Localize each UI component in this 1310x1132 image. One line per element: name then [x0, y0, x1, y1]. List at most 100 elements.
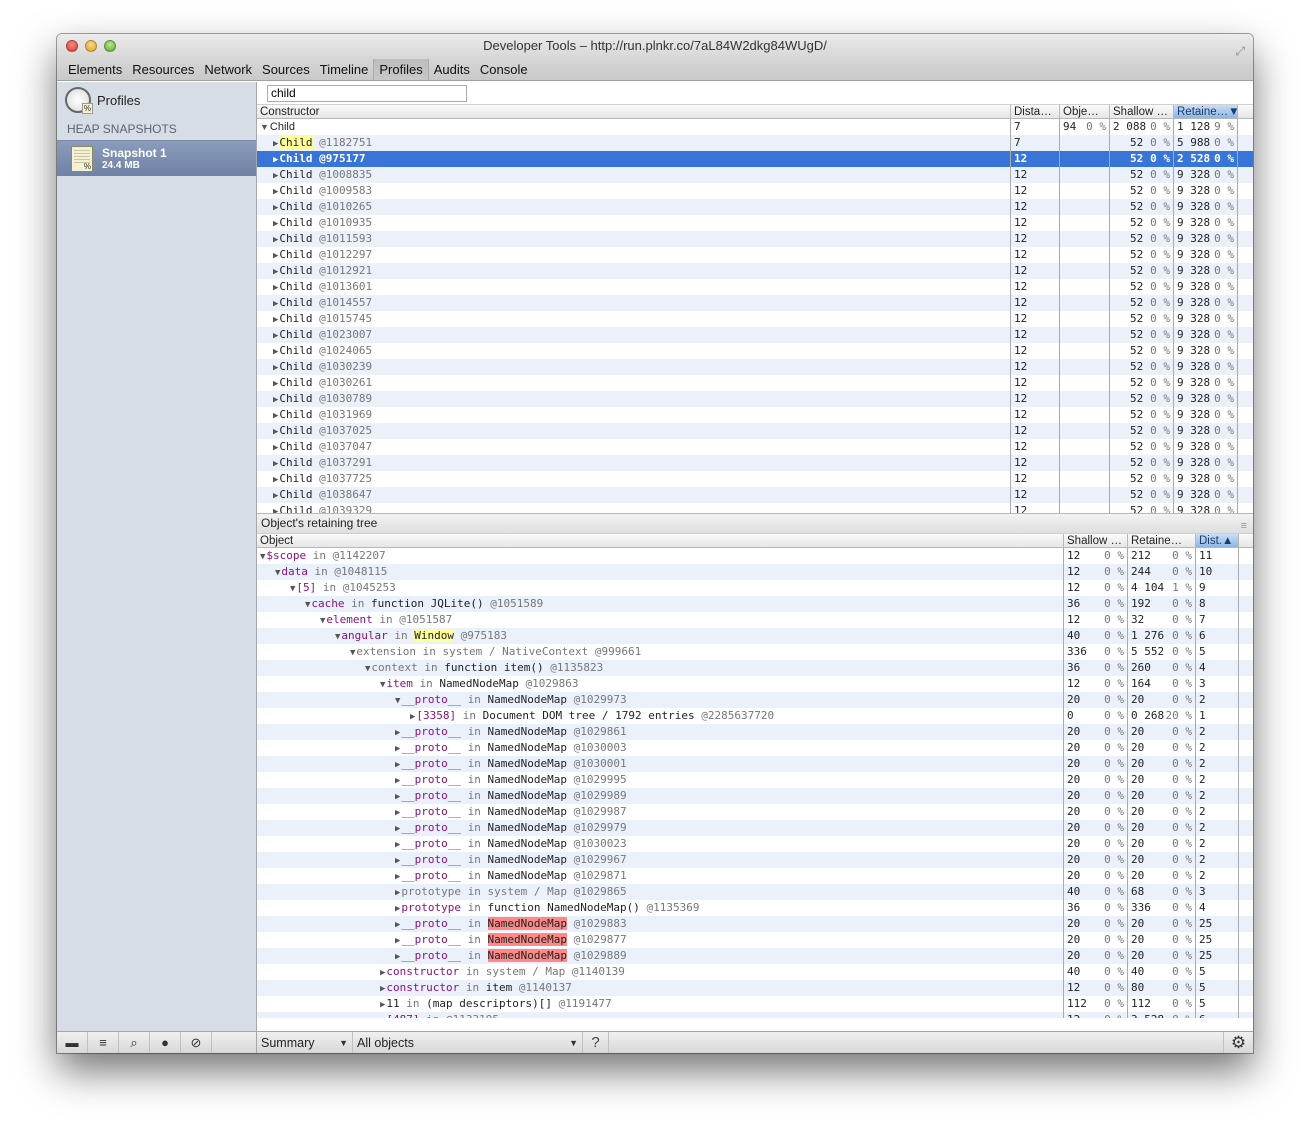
collapsed-triangle-icon[interactable]: ▶ — [273, 459, 278, 469]
constructor-instance-row[interactable]: ▶Child @1024065 12 52 0 % 9 328 0 % — [257, 343, 1253, 359]
sidebar-profiles-header[interactable]: Profiles — [57, 82, 256, 118]
constructor-instance-row[interactable]: ▶Child @1009583 12 52 0 % 9 328 0 % — [257, 183, 1253, 199]
collapsed-triangle-icon[interactable]: ▶ — [273, 379, 278, 389]
tab-audits[interactable]: Audits — [429, 59, 475, 80]
collapsed-triangle-icon[interactable]: ▶ — [395, 792, 400, 802]
constructor-instance-row[interactable]: ▶Child @1037725 12 52 0 % 9 328 0 % — [257, 471, 1253, 487]
collapsed-triangle-icon[interactable]: ▶ — [395, 824, 400, 834]
show-console-button[interactable]: ≡ — [88, 1032, 119, 1053]
zoom-window-button[interactable] — [104, 40, 116, 52]
collapsed-triangle-icon[interactable]: ▶ — [273, 363, 278, 373]
retainer-row[interactable]: ▶__proto__ in NamedNodeMap @1029979 20 0 %… — [257, 820, 1253, 836]
collapsed-triangle-icon[interactable]: ▶ — [273, 187, 278, 197]
retainer-row[interactable]: ▶__proto__ in NamedNodeMap @1029877 20 0 %… — [257, 932, 1253, 948]
collapsed-triangle-icon[interactable]: ▶ — [395, 856, 400, 866]
collapsed-triangle-icon[interactable]: ▶ — [273, 347, 278, 357]
tab-network[interactable]: Network — [199, 59, 257, 80]
expanded-triangle-icon[interactable]: ▼ — [395, 696, 400, 706]
expanded-triangle-icon[interactable]: ▼ — [305, 600, 310, 610]
collapsed-triangle-icon[interactable]: ▶ — [273, 395, 278, 405]
collapsed-triangle-icon[interactable]: ▶ — [273, 331, 278, 341]
constructor-instance-row[interactable]: ▶Child @1011593 12 52 0 % 9 328 0 % — [257, 231, 1253, 247]
constructor-instance-row[interactable]: ▶Child @1031969 12 52 0 % 9 328 0 % — [257, 407, 1253, 423]
collapsed-triangle-icon[interactable]: ▶ — [273, 219, 278, 229]
expanded-triangle-icon[interactable]: ▼ — [365, 664, 370, 674]
collapsed-triangle-icon[interactable]: ▶ — [395, 744, 400, 754]
collapsed-triangle-icon[interactable]: ▶ — [395, 920, 400, 930]
constructor-instance-row[interactable]: ▶Child @1182751 7 52 0 % 5 988 0 % — [257, 135, 1253, 151]
collapsed-triangle-icon[interactable]: ▶ — [273, 411, 278, 421]
constructor-instance-row[interactable]: ▶Child @1008835 12 52 0 % 9 328 0 % — [257, 167, 1253, 183]
retainer-row[interactable]: ▶11 in (map descriptors)[] @1191477 112 0 … — [257, 996, 1253, 1012]
retainer-row[interactable]: ▶prototype in function NamedNodeMap() @1… — [257, 900, 1253, 916]
collapsed-triangle-icon[interactable]: ▶ — [395, 840, 400, 850]
retainer-row[interactable]: ▼[5] in @1045253 12 0 % 4 104 1 % 9 — [257, 580, 1253, 596]
retainer-row[interactable]: ▶__proto__ in NamedNodeMap @1029871 20 0 %… — [257, 868, 1253, 884]
collapsed-triangle-icon[interactable]: ▶ — [273, 443, 278, 453]
settings-button[interactable]: ⚙ — [1223, 1032, 1253, 1053]
column-shallow-size[interactable]: Shallow … — [1064, 534, 1128, 547]
constructor-instance-row[interactable]: ▶Child @1037047 12 52 0 % 9 328 0 % — [257, 439, 1253, 455]
class-filter-input[interactable] — [267, 84, 467, 102]
fullscreen-icon[interactable]: ⤢ — [1235, 39, 1245, 63]
retainer-row[interactable]: ▼extension in system / NativeContext @99… — [257, 644, 1253, 660]
expanded-triangle-icon[interactable]: ▼ — [320, 616, 325, 626]
constructor-group-row[interactable]: ▼Child 7 94 0 % 2 088 0 % 1 128 9 % — [257, 119, 1253, 135]
column-retained-size[interactable]: Retaine…▼ — [1174, 105, 1238, 118]
collapsed-triangle-icon[interactable]: ▶ — [395, 904, 400, 914]
minimize-window-button[interactable] — [85, 40, 97, 52]
collapsed-triangle-icon[interactable]: ▶ — [273, 203, 278, 213]
column-distance[interactable]: Dist.▲ — [1196, 534, 1239, 547]
column-retained-size[interactable]: Retaine… — [1128, 534, 1196, 547]
collapsed-triangle-icon[interactable]: ▶ — [273, 299, 278, 309]
expanded-triangle-icon[interactable]: ▼ — [335, 632, 340, 642]
expanded-triangle-icon[interactable]: ▼ — [380, 680, 385, 690]
retainer-row[interactable]: ▶constructor in system / Map @1140139 40 0… — [257, 964, 1253, 980]
retaining-tree-title-bar[interactable]: Object's retaining tree ≡ — [257, 513, 1253, 533]
collapsed-triangle-icon[interactable]: ▶ — [273, 267, 278, 277]
retainer-row[interactable]: ▶prototype in system / Map @1029865 40 0 %… — [257, 884, 1253, 900]
tab-sources[interactable]: Sources — [257, 59, 315, 80]
collapsed-triangle-icon[interactable]: ▶ — [380, 968, 385, 978]
resize-grip-icon[interactable]: ≡ — [1241, 517, 1247, 536]
expanded-triangle-icon[interactable]: ▼ — [260, 122, 269, 132]
collapsed-triangle-icon[interactable]: ▶ — [273, 475, 278, 485]
retaining-tree-rows[interactable]: ▼$scope in @1142207 12 0 % 212 0 % 11 ▼data in… — [257, 548, 1253, 1018]
collapsed-triangle-icon[interactable]: ▶ — [395, 936, 400, 946]
tab-elements[interactable]: Elements — [63, 59, 127, 80]
constructor-instance-row[interactable]: ▶Child @1012297 12 52 0 % 9 328 0 % — [257, 247, 1253, 263]
collapsed-triangle-icon[interactable]: ▶ — [380, 1016, 385, 1018]
retainer-row[interactable]: ▼item in NamedNodeMap @1029863 12 0 % 164 0 … — [257, 676, 1253, 692]
constructor-instance-row[interactable]: ▶Child @1012921 12 52 0 % 9 328 0 % — [257, 263, 1253, 279]
retainer-row[interactable]: ▶__proto__ in NamedNodeMap @1029995 20 0 %… — [257, 772, 1253, 788]
sidebar-item-snapshot-1[interactable]: % Snapshot 1 24.4 MB — [57, 140, 256, 176]
constructor-instance-row[interactable]: ▶Child @1030261 12 52 0 % 9 328 0 % — [257, 375, 1253, 391]
retainer-row[interactable]: ▶__proto__ in NamedNodeMap @1030023 20 0 %… — [257, 836, 1253, 852]
retainer-row[interactable]: ▶[487] in @1133195120 %3 5280 %6 — [257, 1012, 1253, 1018]
retainer-row[interactable]: ▶__proto__ in NamedNodeMap @1029989 20 0 %… — [257, 788, 1253, 804]
filter-select[interactable]: All objects ▼ — [353, 1032, 583, 1053]
expanded-triangle-icon[interactable]: ▼ — [260, 552, 265, 562]
expanded-triangle-icon[interactable]: ▼ — [290, 584, 295, 594]
collapsed-triangle-icon[interactable]: ▶ — [410, 712, 415, 722]
collapsed-triangle-icon[interactable]: ▶ — [273, 171, 278, 181]
collapsed-triangle-icon[interactable]: ▶ — [395, 952, 400, 962]
collapsed-triangle-icon[interactable]: ▶ — [273, 315, 278, 325]
tab-profiles[interactable]: Profiles — [373, 59, 429, 80]
collapsed-triangle-icon[interactable]: ▶ — [395, 776, 400, 786]
inspect-element-button[interactable]: ⌕ — [119, 1032, 150, 1053]
constructors-rows[interactable]: ▼Child 7 94 0 % 2 088 0 % 1 128 9 % ▶Child @1182… — [257, 119, 1253, 513]
clear-profiles-button[interactable]: ⊘ — [181, 1032, 212, 1053]
collapsed-triangle-icon[interactable]: ▶ — [273, 139, 278, 149]
constructor-instance-row[interactable]: ▶Child @1037025 12 52 0 % 9 328 0 % — [257, 423, 1253, 439]
retainer-row[interactable]: ▶__proto__ in NamedNodeMap @1030001 20 0 %… — [257, 756, 1253, 772]
constructor-instance-row[interactable]: ▶Child @1023007 12 52 0 % 9 328 0 % — [257, 327, 1253, 343]
tab-resources[interactable]: Resources — [127, 59, 199, 80]
collapsed-triangle-icon[interactable]: ▶ — [380, 984, 385, 994]
constructor-instance-row[interactable]: ▶Child @1038647 12 52 0 % 9 328 0 % — [257, 487, 1253, 503]
collapsed-triangle-icon[interactable]: ▶ — [395, 888, 400, 898]
collapsed-triangle-icon[interactable]: ▶ — [395, 760, 400, 770]
view-select[interactable]: Summary ▼ — [257, 1032, 353, 1053]
retainer-row[interactable]: ▶__proto__ in NamedNodeMap @1030003 20 0 %… — [257, 740, 1253, 756]
collapsed-triangle-icon[interactable]: ▶ — [273, 427, 278, 437]
